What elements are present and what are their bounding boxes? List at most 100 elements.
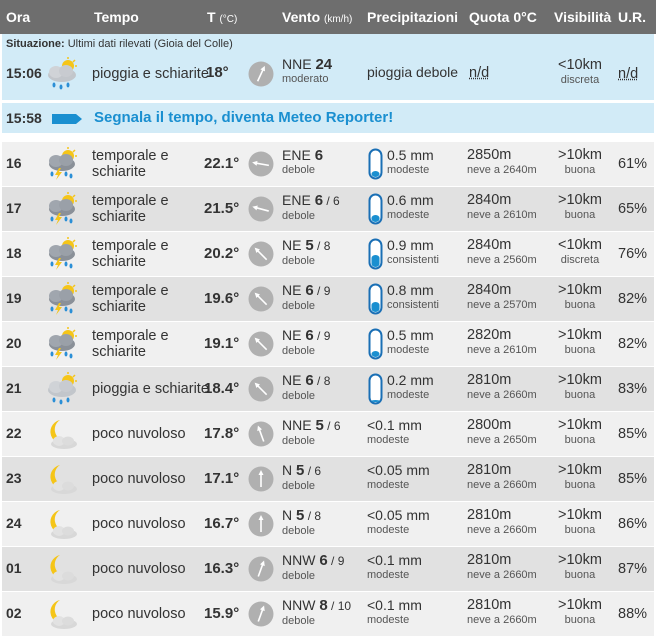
row-vis: >10km buona <box>558 598 602 628</box>
prec-value: 0.5 mm <box>387 327 434 343</box>
wind-desc: debole <box>282 255 316 267</box>
row-humidity: 65% <box>618 201 648 217</box>
row-desc: pioggia e schiarite <box>92 381 209 397</box>
row-desc: poco nuvoloso <box>92 516 186 532</box>
table-row[interactable]: 16 temporale e schiarite 22.1° ENE 6 debole 0.… <box>2 142 654 186</box>
quota-value: 2850m <box>467 147 512 163</box>
row-humidity: 61% <box>618 156 648 172</box>
row-humidity: 76% <box>618 246 648 262</box>
row-time: 16 <box>6 155 22 171</box>
wind-desc: debole <box>282 615 316 627</box>
row-desc: poco nuvoloso <box>92 606 186 622</box>
prec-value: <0.05 mm <box>367 462 430 478</box>
col-precipitazioni[interactable]: Precipitazioni <box>367 9 458 25</box>
wind-gust-value: 9 <box>323 284 331 298</box>
wind-direction-icon <box>248 601 274 627</box>
row-time: 18 <box>6 245 22 261</box>
wind-desc: debole <box>282 164 316 176</box>
situazione-vis: <10km discreta <box>558 58 602 88</box>
table-row[interactable]: 18 temporale e schiarite 20.2° NE 5 / 8 debol… <box>2 232 654 276</box>
row-humidity: 82% <box>618 291 648 307</box>
table-row[interactable]: 02 poco nuvoloso 15.9° NNW 8 / 10 debole <0.1… <box>2 592 654 636</box>
table-row[interactable]: 23 poco nuvoloso 17.1° N 5 / 6 debole <0.05 m… <box>2 457 654 501</box>
wind-desc: debole <box>282 435 316 447</box>
meteo-reporter-banner[interactable]: 15:58 Segnala il tempo, diventa Meteo Re… <box>2 103 654 133</box>
situazione-text: Ultimi dati rilevati (Gioia del Colle) <box>67 38 233 50</box>
table-row[interactable]: 21 pioggia e schiarite 18.4° NE 6 / 8 debole… <box>2 367 654 411</box>
situazione-label: Situazione: Ultimi dati rilevati (Gioia … <box>6 38 233 50</box>
wind-dir: NE <box>282 327 302 343</box>
vis-value: <10km <box>558 237 602 253</box>
col-quota[interactable]: Quota 0°C <box>469 9 537 25</box>
wind-gust-value: 6 <box>333 194 340 208</box>
vis-value: >10km <box>558 372 602 388</box>
wind-dir: N <box>282 507 293 523</box>
col-ora[interactable]: Ora <box>6 9 30 25</box>
wind-direction-icon <box>248 511 274 537</box>
row-wind: NNE 5 / 6 debole <box>282 418 341 449</box>
wind-gust-value: 6 <box>333 419 341 433</box>
vis-desc: buona <box>564 389 596 401</box>
row-prec: <0.1 mm modeste <box>367 418 422 448</box>
row-temp: 21.5° <box>204 200 240 217</box>
prec-desc: modeste <box>367 479 410 491</box>
situazione-wind: NNE 24 moderato <box>282 57 332 87</box>
row-wind: ENE 6 / 6 debole <box>282 193 340 224</box>
row-quota: 2810m neve a 2660m <box>467 508 537 538</box>
wind-direction-icon <box>248 331 274 357</box>
table-row[interactable]: 24 poco nuvoloso 16.7° N 5 / 8 debole <0.05 m… <box>2 502 654 546</box>
wind-dir: NNW <box>282 552 316 568</box>
vis-desc: buona <box>564 164 596 176</box>
row-time: 20 <box>6 335 22 351</box>
row-desc-line1: temporale e <box>92 328 169 344</box>
row-desc-line2: schiarite <box>92 299 146 315</box>
wind-speed: 24 <box>315 56 333 73</box>
wind-gust: / 6 <box>304 464 322 478</box>
precip-gauge-icon <box>368 283 383 315</box>
row-temp: 16.3° <box>204 560 240 577</box>
wind-direction-icon <box>248 151 274 177</box>
table-row[interactable]: 17 temporale e schiarite 21.5° ENE 6 / 6 debo… <box>2 187 654 231</box>
row-humidity: 86% <box>618 516 648 532</box>
row-temp: 19.6° <box>204 290 240 307</box>
wind-gust: / 9 <box>313 329 331 343</box>
prec-value: 0.9 mm <box>387 237 434 253</box>
row-temp: 22.1° <box>204 155 240 172</box>
wind-direction-icon <box>248 556 274 582</box>
col-visibilita[interactable]: Visibilità <box>554 9 611 25</box>
moon-cloud-icon <box>44 597 82 631</box>
wind-direction-icon <box>248 286 274 312</box>
snow-level: neve a 2640m <box>467 164 537 176</box>
col-ur[interactable]: U.R. <box>618 9 646 25</box>
row-time: 17 <box>6 200 22 216</box>
snow-level: neve a 2660m <box>467 614 537 626</box>
row-temp: 18.4° <box>204 380 240 397</box>
table-row[interactable]: 19 temporale e schiarite 19.6° NE 6 / 9 debol… <box>2 277 654 321</box>
prec-desc: consistenti <box>387 254 439 266</box>
wind-gust: / 8 <box>304 509 322 523</box>
wind-dir: N <box>282 462 293 478</box>
reporter-link[interactable]: Segnala il tempo, diventa Meteo Reporter… <box>94 109 393 126</box>
wind-gust: / 10 <box>327 599 352 613</box>
vis-desc: buona <box>564 299 596 311</box>
row-time: 01 <box>6 560 22 576</box>
col-tempo[interactable]: Tempo <box>94 9 139 25</box>
vis-desc: buona <box>564 434 596 446</box>
wind-speed: 6 <box>305 327 314 344</box>
wind-direction-icon <box>248 196 274 222</box>
col-vento[interactable]: Vento (km/h) <box>282 9 352 25</box>
wind-speed: 8 <box>319 597 328 614</box>
table-row[interactable]: 20 temporale e schiarite 19.1° NE 6 / 9 debol… <box>2 322 654 366</box>
row-vis: >10km buona <box>558 508 602 538</box>
row-desc-line2: schiarite <box>92 344 146 360</box>
prec-value: <0.1 mm <box>367 552 422 568</box>
row-quota: 2850m neve a 2640m <box>467 148 537 178</box>
situazione-quota: n/d <box>469 65 490 81</box>
prec-desc: modeste <box>367 614 410 626</box>
table-row[interactable]: 22 poco nuvoloso 17.8° NNE 5 / 6 debole <0.1 … <box>2 412 654 456</box>
prec-value: 0.2 mm <box>387 372 434 388</box>
row-humidity: 85% <box>618 426 648 442</box>
row-time: 21 <box>6 380 22 396</box>
table-row[interactable]: 01 poco nuvoloso 16.3° NNW 6 / 9 debole <0.1 … <box>2 547 654 591</box>
col-temp[interactable]: T (°C) <box>207 9 237 25</box>
